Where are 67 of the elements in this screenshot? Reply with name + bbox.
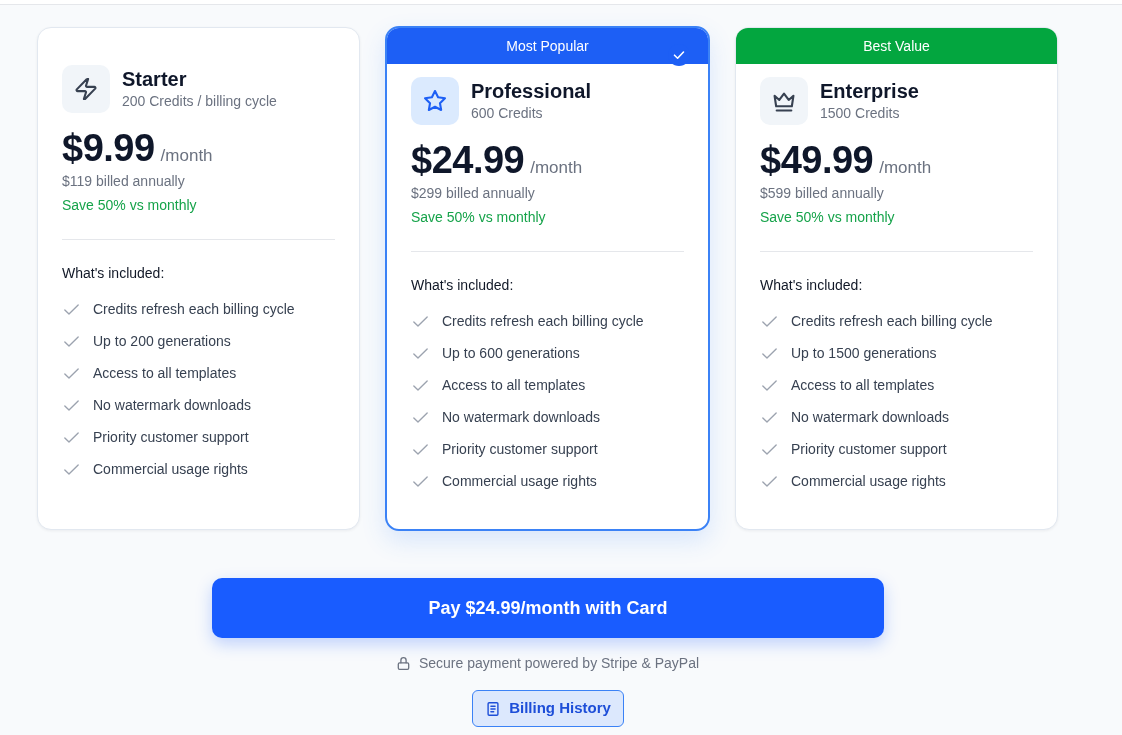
- lightning-icon: [62, 65, 110, 113]
- plan-banner: Most Popular: [387, 28, 708, 64]
- billed-annually-text: $299 billed annually: [411, 184, 536, 203]
- features-heading: What's included:: [760, 276, 864, 295]
- plan-name: Enterprise: [820, 79, 919, 103]
- credits-label: 1500 Credits: [820, 104, 901, 123]
- price-period: /month: [530, 157, 583, 179]
- plan-name: Professional: [471, 79, 592, 103]
- feature-text: Access to all templates: [93, 364, 237, 383]
- price-amount: $9.99: [62, 127, 155, 169]
- features-heading: What's included:: [62, 264, 166, 283]
- plan-card[interactable]: [385, 26, 710, 531]
- savings-text: Save 50% vs monthly: [62, 196, 198, 215]
- plan-name: Starter: [122, 67, 188, 91]
- savings-text: Save 50% vs monthly: [411, 208, 547, 227]
- check-icon: [413, 443, 428, 455]
- price-period: /month: [879, 157, 932, 179]
- feature-text: Commercial usage rights: [791, 472, 946, 491]
- price-period: /month: [160, 145, 213, 167]
- plan-banner: Best Value: [736, 28, 1057, 64]
- feature-text: No watermark downloads: [442, 408, 600, 427]
- feature-text: Up to 1500 generations: [791, 344, 937, 363]
- check-icon: [413, 347, 428, 359]
- check-icon: [64, 399, 79, 411]
- lock-icon: [396, 655, 410, 671]
- check-icon: [762, 315, 777, 327]
- feature-text: Priority customer support: [93, 428, 249, 447]
- check-icon: [64, 367, 79, 379]
- feature-text: Access to all templates: [442, 376, 586, 395]
- savings-text: Save 50% vs monthly: [760, 208, 896, 227]
- check-icon: [413, 475, 428, 487]
- billed-annually-text: $119 billed annually: [62, 172, 186, 191]
- feature-text: Credits refresh each billing cycle: [791, 312, 993, 331]
- credits-label: 200 Credits / billing cycle: [122, 92, 277, 111]
- feature-text: Priority customer support: [791, 440, 947, 459]
- check-icon: [762, 379, 777, 391]
- secure-payment-text: Secure payment powered by Stripe & PayPal: [418, 654, 700, 673]
- price-amount: $49.99: [760, 139, 874, 181]
- pay-button[interactable]: Pay $24.99/month with Card: [212, 578, 884, 638]
- feature-text: Credits refresh each billing cycle: [442, 312, 644, 331]
- check-icon: [413, 411, 428, 423]
- feature-text: Up to 600 generations: [442, 344, 580, 363]
- feature-text: No watermark downloads: [93, 396, 251, 415]
- check-icon: [762, 475, 777, 487]
- feature-text: Commercial usage rights: [442, 472, 597, 491]
- feature-text: Access to all templates: [791, 376, 935, 395]
- features-heading: What's included:: [411, 276, 515, 295]
- check-icon: [762, 443, 777, 455]
- price-amount: $24.99: [411, 139, 525, 181]
- check-icon: [64, 463, 79, 475]
- crown-icon: [760, 77, 808, 125]
- billed-annually-text: $599 billed annually: [760, 184, 885, 203]
- billing-history-button[interactable]: Billing History: [472, 690, 624, 727]
- check-icon: [413, 315, 428, 327]
- feature-text: Up to 200 generations: [93, 332, 231, 351]
- check-icon: [64, 303, 79, 315]
- check-icon: [64, 335, 79, 347]
- check-icon: [762, 347, 777, 359]
- feature-text: Priority customer support: [442, 440, 598, 459]
- document-icon: [487, 701, 500, 716]
- check-icon: [64, 431, 79, 443]
- check-icon: [413, 379, 428, 391]
- feature-text: Credits refresh each billing cycle: [93, 300, 295, 319]
- check-icon: [762, 411, 777, 423]
- feature-text: Commercial usage rights: [93, 460, 248, 479]
- feature-text: No watermark downloads: [791, 408, 949, 427]
- credits-label: 600 Credits: [471, 104, 544, 123]
